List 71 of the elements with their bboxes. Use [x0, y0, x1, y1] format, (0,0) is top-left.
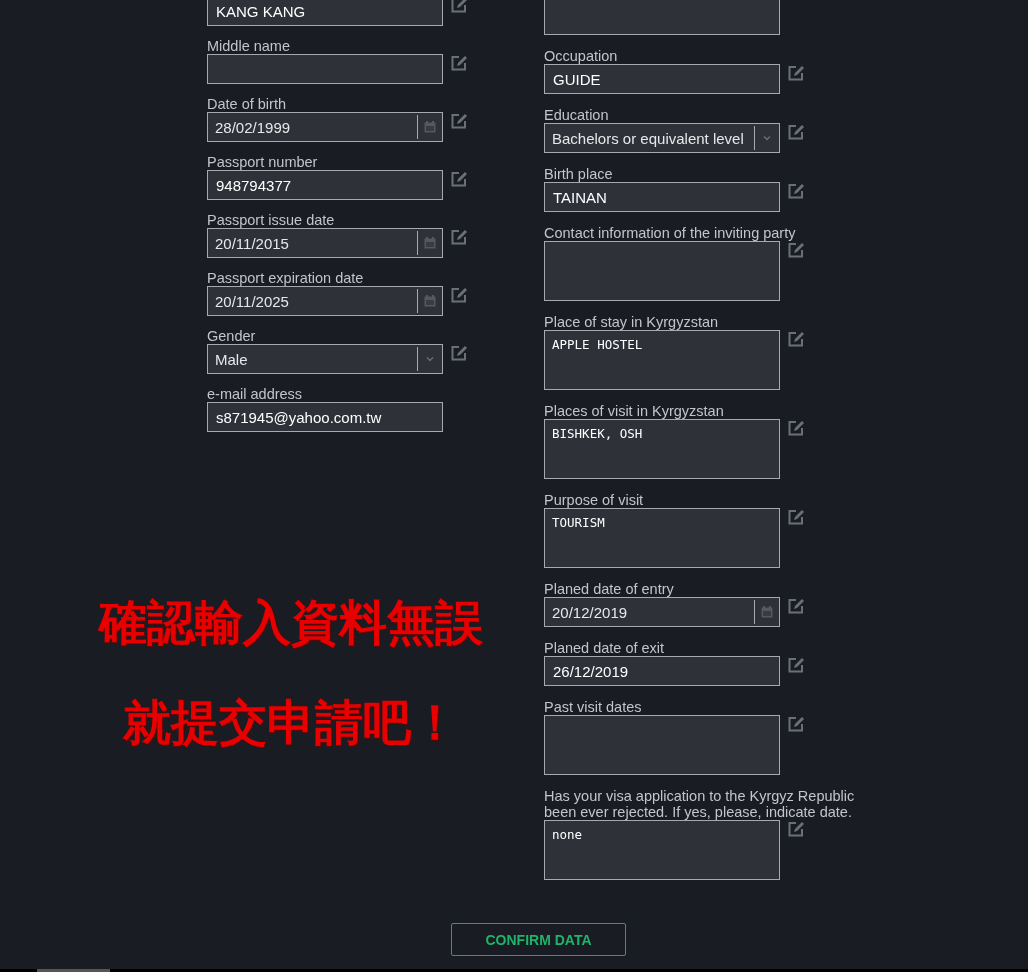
text-field[interactable]: s871945@yahoo.com.tw [207, 402, 443, 432]
text-area[interactable]: none [544, 820, 780, 880]
text-field[interactable]: TAINAN [544, 182, 780, 212]
text-field[interactable]: 26/12/2019 [544, 656, 780, 686]
annotation-text: 就提交申請吧！ [122, 693, 459, 752]
text-field[interactable]: 948794377 [207, 170, 443, 200]
date-field[interactable]: 20/11/2025 [207, 286, 443, 316]
dropdown[interactable]: Male [207, 344, 443, 374]
edit-icon[interactable] [788, 821, 805, 837]
calendar-icon[interactable] [424, 237, 436, 249]
date-field[interactable]: 28/02/1999 [207, 112, 443, 142]
field-label: Place of stay in Kyrgyzstan [544, 314, 719, 330]
text-field[interactable]: GUIDE [544, 64, 780, 94]
field-label: Passport number [207, 154, 318, 170]
field-label: Middle name [207, 38, 290, 54]
edit-icon[interactable] [788, 598, 805, 614]
edit-icon[interactable] [788, 331, 805, 347]
edit-icon[interactable] [788, 716, 805, 732]
edit-icon[interactable] [788, 183, 805, 199]
field-label: Passport expiration date [207, 270, 364, 286]
edit-icon[interactable] [788, 124, 805, 140]
field-label: Birth place [544, 166, 613, 182]
text-field[interactable] [207, 54, 443, 84]
edit-icon[interactable] [451, 0, 468, 13]
edit-icon[interactable] [788, 509, 805, 525]
field-label: Has your visa application to the Kyrgyz Republic been ever rejected. If yes, please, indicate date. [544, 788, 856, 820]
edit-icon[interactable] [788, 420, 805, 436]
field-label: Past visit dates [544, 699, 642, 715]
dropdown-value: Male [214, 349, 249, 370]
calendar-icon[interactable] [761, 606, 773, 618]
date-value: 20/11/2015 [214, 233, 290, 254]
date-value: 20/12/2019 [551, 602, 629, 623]
text-area[interactable]: TOURISM [544, 508, 780, 568]
edit-icon[interactable] [788, 657, 805, 673]
edit-icon[interactable] [451, 55, 468, 71]
edit-icon[interactable] [451, 113, 468, 129]
edit-icon[interactable] [451, 229, 468, 245]
dropdown-value: Bachelors or equivalent level [551, 128, 745, 149]
field-label: Contact information of the inviting party [544, 225, 796, 241]
edit-icon[interactable] [451, 171, 468, 187]
calendar-icon[interactable] [424, 295, 436, 307]
field-label: Occupation [544, 48, 618, 64]
annotation-text: 確認輸入資料無誤 [98, 593, 483, 652]
scrollbar-thumb[interactable] [37, 969, 110, 972]
field-label: Places of visit in Kyrgyzstan [544, 403, 724, 419]
edit-icon[interactable] [451, 287, 468, 303]
field-label: Date of birth [207, 96, 286, 112]
edit-icon[interactable] [788, 242, 805, 258]
field-label: Passport issue date [207, 212, 335, 228]
text-area[interactable]: APPLE HOSTEL [544, 330, 780, 390]
chevron-down-icon [763, 135, 771, 141]
field-label: Planed date of entry [544, 581, 674, 597]
chevron-down-icon [426, 356, 434, 362]
text-area[interactable]: BISHKEK, OSH [544, 419, 780, 479]
calendar-icon[interactable] [424, 121, 436, 133]
text-area[interactable] [544, 241, 780, 301]
text-field[interactable]: KANG KANG [207, 0, 443, 26]
date-field[interactable]: 20/11/2015 [207, 228, 443, 258]
confirm-data-button[interactable]: CONFIRM DATA [451, 923, 626, 956]
edit-icon[interactable] [451, 345, 468, 361]
edit-icon[interactable] [788, 65, 805, 81]
text-area[interactable] [544, 715, 780, 775]
dropdown[interactable]: Bachelors or equivalent level [544, 123, 780, 153]
field-label: Education [544, 107, 609, 123]
field-label: Planed date of exit [544, 640, 665, 656]
date-value: 28/02/1999 [214, 117, 292, 138]
field-label: e-mail address [207, 386, 303, 402]
field-label: Purpose of visit [544, 492, 644, 508]
field-label: Gender [207, 328, 256, 344]
date-field[interactable]: 20/12/2019 [544, 597, 780, 627]
date-value: 20/11/2025 [214, 291, 290, 312]
